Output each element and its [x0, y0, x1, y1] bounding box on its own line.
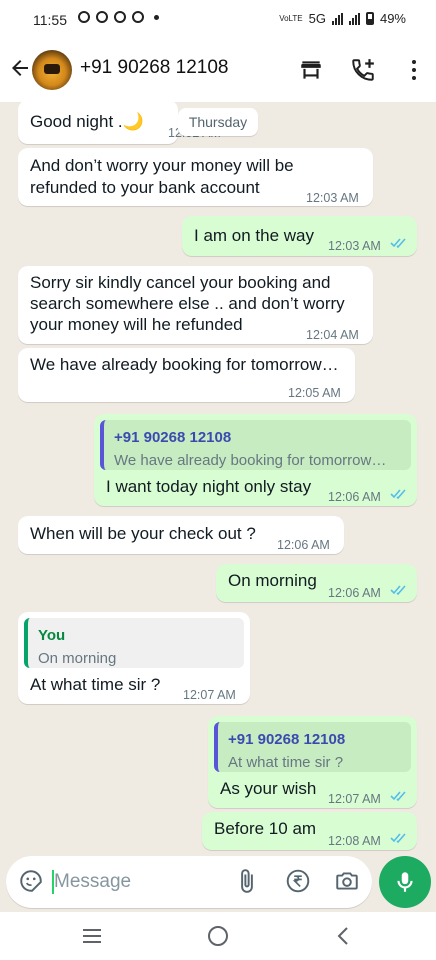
- message-text: On morning: [228, 571, 317, 590]
- back-nav-icon[interactable]: [332, 924, 356, 948]
- system-status: VoLTE 5G 49%: [279, 11, 406, 26]
- message-text: I am on the way: [194, 226, 315, 245]
- signal-icon: [331, 12, 343, 25]
- mic-button[interactable]: [379, 856, 431, 908]
- message-text: At what time sir ?: [30, 675, 161, 694]
- message-text: I want today night only stay: [106, 477, 312, 496]
- quoted-author: You: [38, 627, 66, 644]
- message-bubble-incoming[interactable]: And don’t worry your money will be refun…: [18, 148, 373, 206]
- battery-level: 49%: [379, 11, 406, 26]
- message-text: When will be your check out ?: [30, 524, 256, 543]
- signal-icon: [348, 12, 360, 25]
- battery-icon: [365, 12, 374, 25]
- message-input[interactable]: Message: [54, 871, 131, 893]
- read-ticks-icon: [390, 489, 406, 500]
- message-text: Before 10 am: [214, 819, 317, 838]
- read-ticks-icon: [390, 791, 406, 802]
- sticker-icon[interactable]: [18, 868, 44, 894]
- message-time: 12:08 AM: [328, 834, 381, 848]
- message-bubble-incoming[interactable]: When will be your check out ? 12:06 AM: [18, 516, 344, 554]
- quoted-message[interactable]: +91 90268 12108 At what time sir ?: [214, 722, 411, 772]
- system-navigation-bar: [0, 912, 436, 960]
- message-text: We have already booking for tomorrow…: [30, 355, 339, 374]
- message-composer: Message: [6, 856, 372, 908]
- notification-app-icon: [96, 11, 108, 23]
- message-list[interactable]: Good night .🌙 12:02 AM Thursday And don’…: [0, 102, 436, 854]
- message-time: 12:06 AM: [328, 490, 381, 504]
- chat-header: +91 90268 12108: [0, 40, 436, 102]
- message-bubble-incoming[interactable]: Good night .🌙: [18, 102, 178, 144]
- contact-name[interactable]: +91 90268 12108: [80, 57, 228, 79]
- message-time: 12:07 AM: [183, 688, 236, 702]
- quoted-text: We have already booking for tomorrow…: [114, 452, 387, 469]
- message-time: 12:03 AM: [328, 239, 381, 253]
- camera-icon[interactable]: [334, 868, 360, 894]
- message-time: 12:04 AM: [306, 328, 359, 342]
- message-bubble-outgoing[interactable]: Before 10 am 12:08 AM: [202, 812, 417, 850]
- back-arrow-icon[interactable]: [6, 56, 34, 84]
- message-bubble-outgoing-reply[interactable]: +91 90268 12108 We have already booking …: [94, 414, 417, 506]
- notification-app-icon: [114, 11, 126, 23]
- quoted-message[interactable]: You On morning: [24, 618, 244, 668]
- status-bar: 11:55 VoLTE 5G 49%: [0, 0, 436, 40]
- notification-app-icon: [78, 11, 90, 23]
- home-icon[interactable]: [206, 924, 230, 948]
- status-time: 11:55: [33, 12, 67, 28]
- quoted-author: +91 90268 12108: [114, 429, 232, 446]
- message-text-line: And don’t worry your money will be: [30, 156, 294, 175]
- read-ticks-icon: [390, 585, 406, 596]
- add-call-icon[interactable]: [350, 57, 376, 83]
- quoted-message[interactable]: +91 90268 12108 We have already booking …: [100, 420, 411, 470]
- message-time: 12:05 AM: [288, 386, 341, 400]
- avatar[interactable]: [32, 50, 72, 90]
- notification-icons: [78, 11, 159, 23]
- message-text: As your wish: [220, 779, 317, 798]
- message-text-line: Sorry sir kindly cancel your booking and: [30, 273, 331, 292]
- shop-icon[interactable]: [298, 57, 324, 83]
- message-time: 12:03 AM: [306, 191, 359, 205]
- volte-label: VoLTE: [279, 13, 303, 23]
- message-text-line: refunded to your bank account: [30, 178, 260, 197]
- message-bubble-incoming[interactable]: We have already booking for tomorrow… 12…: [18, 348, 355, 402]
- message-bubble-incoming[interactable]: Sorry sir kindly cancel your booking and…: [18, 266, 373, 344]
- message-time: 12:06 AM: [277, 538, 330, 552]
- rupee-payment-icon[interactable]: [285, 868, 311, 894]
- message-text-line: your money will he refunded: [30, 315, 243, 334]
- quoted-text: On morning: [38, 650, 117, 667]
- notification-app-icon: [132, 11, 144, 23]
- quoted-author: +91 90268 12108: [228, 731, 346, 748]
- more-notifications-dot-icon: [154, 14, 159, 20]
- message-bubble-outgoing-reply[interactable]: +91 90268 12108 At what time sir ? As yo…: [208, 716, 417, 808]
- message-bubble-incoming-reply[interactable]: You On morning At what time sir ? 12:07 …: [18, 612, 250, 704]
- recent-apps-icon[interactable]: [80, 924, 104, 948]
- message-time: 12:07 AM: [328, 792, 381, 806]
- date-separator: Thursday: [178, 108, 258, 136]
- quoted-text: At what time sir ?: [228, 754, 344, 771]
- attach-icon[interactable]: [234, 868, 260, 894]
- more-vert-icon[interactable]: [412, 60, 416, 80]
- mic-icon: [397, 872, 413, 892]
- network-type: 5G: [308, 11, 326, 26]
- message-bubble-outgoing[interactable]: On morning 12:06 AM: [216, 564, 417, 602]
- message-time: 12:06 AM: [328, 586, 381, 600]
- message-text: Good night .🌙: [30, 112, 144, 131]
- read-ticks-icon: [390, 833, 406, 844]
- message-text-line: search somewhere else .. and don’t worry: [30, 294, 345, 313]
- message-bubble-outgoing[interactable]: I am on the way 12:03 AM: [182, 216, 417, 256]
- read-ticks-icon: [390, 238, 406, 249]
